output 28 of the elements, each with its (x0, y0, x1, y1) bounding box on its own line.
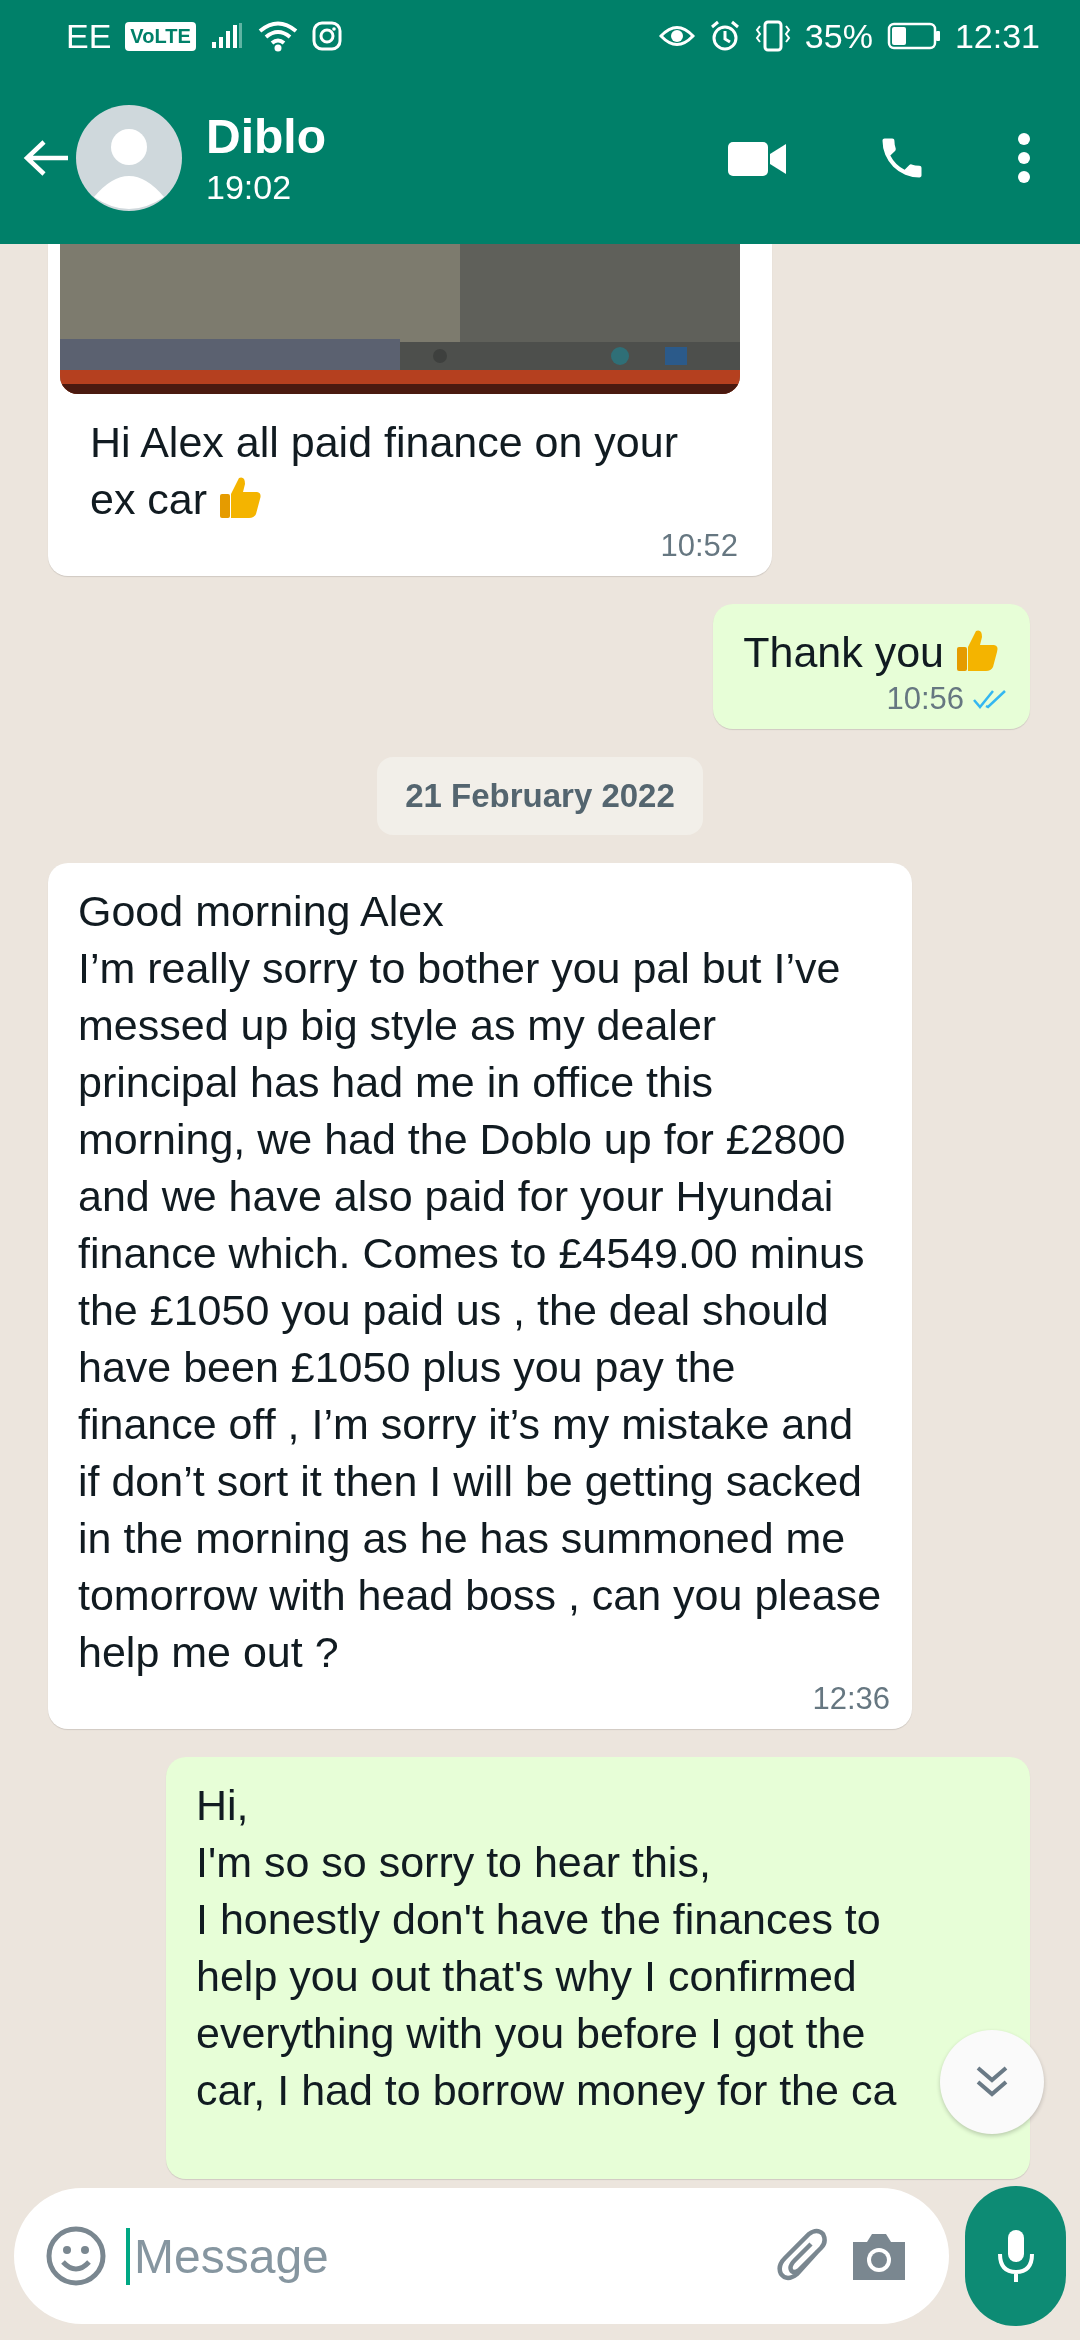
menu-icon[interactable] (1016, 132, 1032, 184)
vibrate-icon (754, 20, 791, 52)
clock: 12:31 (954, 16, 1040, 56)
battery-percent: 35% (804, 16, 873, 56)
volte-badge: VoLTE (125, 21, 196, 51)
camera-app-icon (311, 21, 342, 51)
message-time: 10:52 (660, 528, 738, 564)
contact-name[interactable]: Diblo (206, 109, 726, 164)
message-text: Hi Alex all paid finance on your ex car (90, 417, 680, 525)
message-field[interactable]: Message (14, 2188, 949, 2324)
date-chip: 21 February 2022 (377, 757, 703, 835)
message-input[interactable]: Message (126, 2227, 757, 2285)
eye-icon (658, 23, 695, 49)
last-seen: 19:02 (206, 168, 293, 207)
alarm-icon (708, 20, 741, 52)
back-icon[interactable] (22, 138, 70, 178)
emoji-icon[interactable] (44, 2224, 108, 2288)
message-time: 12:36 (812, 1681, 890, 1717)
battery-icon (886, 22, 941, 50)
microphone-icon (995, 2228, 1036, 2284)
message-text: Thank you (743, 624, 1000, 681)
message-time: 10:56 (886, 681, 964, 717)
signal-icon (209, 22, 244, 50)
avatar-icon[interactable] (76, 105, 182, 211)
message-text: Hi, I'm so so sorry to hear this, I honestly don't have the finances to help you out that's why I confirmed everything with you before I got the car, I had to borrow money for the ca (196, 1780, 898, 2116)
carrier-name: EE (66, 16, 112, 56)
message-text: Good morning Alex I’m really sorry to bother you pal but I’ve messed up big style as my dealer principal has had me in office this morning, we had the Doblo up for £2800 and we have also paid for your Hyundai finance which. Comes to £4549.00 minus the £1050 you paid us , the deal should have been £1050 plus you pay the finance off , I’m sorry it’s my mistake and if don’t sort it then I will be getting sacked in the morning as he has summoned me tomorrow with head boss , can you please help me out ? (78, 886, 882, 1678)
wifi-icon (257, 20, 298, 52)
